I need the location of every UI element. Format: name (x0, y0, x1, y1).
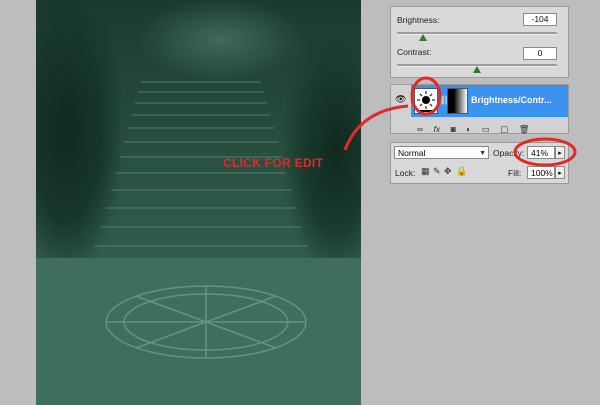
eye-icon[interactable]: 👁 (395, 94, 406, 104)
sun-icon (417, 91, 435, 112)
new-layer-icon[interactable]: ▢ (500, 124, 508, 135)
layer-row-brightness-contrast[interactable]: ⛓ Brightness/Contr... (411, 85, 568, 117)
fill-label: Fill: (508, 168, 522, 178)
contrast-slider-thumb[interactable] (473, 66, 481, 73)
staircase-image (36, 81, 361, 405)
layer-mask-thumbnail[interactable] (447, 88, 468, 114)
layer-toolbar: ∞ fx ◙ ◐ ▭ ▢ 🗑 (411, 119, 568, 134)
blend-options-panel: Normal ▼ Opacity: 41% ▸ Lock: ▦ ✎ ✥ 🔒 Fi… (390, 142, 569, 184)
fill-arrow-icon[interactable]: ▸ (555, 166, 565, 179)
fill-input[interactable]: 100% (527, 166, 555, 179)
opacity-arrow-icon[interactable]: ▸ (555, 146, 565, 159)
fx-icon[interactable]: fx (434, 124, 441, 134)
adjustment-thumbnail[interactable] (414, 88, 438, 114)
trash-icon[interactable]: 🗑 (519, 124, 530, 135)
contrast-input[interactable]: 0 (523, 47, 557, 60)
brightness-input[interactable]: -104 (523, 13, 557, 26)
chevron-down-icon: ▼ (479, 150, 486, 157)
lock-all-icon[interactable]: 🔒 (456, 166, 467, 177)
mask-icon[interactable]: ◙ (451, 124, 456, 134)
brightness-contrast-panel: Brightness: -104 Contrast: 0 (390, 6, 569, 78)
lock-move-icon[interactable]: ✥ (444, 166, 452, 177)
click-for-edit-label: CLICK FOR EDIT (223, 156, 324, 170)
opacity-label: Opacity: (493, 148, 525, 158)
lock-label: Lock: (395, 168, 416, 178)
blend-mode-select[interactable]: Normal ▼ (394, 146, 489, 159)
adjustment-icon[interactable]: ◐ (466, 124, 471, 134)
layers-panel: 👁 ⛓ Brightness/Contr... ∞ fx ◙ ◐ ▭ ▢ 🗑 (390, 84, 569, 134)
link-icon[interactable]: ∞ (417, 124, 423, 134)
lock-paint-icon[interactable]: ✎ (433, 166, 441, 177)
blend-mode-value: Normal (398, 148, 426, 158)
lock-transparent-icon[interactable]: ▦ (421, 166, 430, 177)
layer-name[interactable]: Brightness/Contr... (471, 95, 567, 105)
document-canvas[interactable] (36, 0, 361, 405)
opacity-input[interactable]: 41% (527, 146, 555, 159)
brightness-slider-thumb[interactable] (419, 34, 427, 41)
contrast-label: Contrast: (397, 47, 432, 57)
folder-icon[interactable]: ▭ (482, 124, 490, 135)
brightness-label: Brightness: (397, 15, 440, 25)
